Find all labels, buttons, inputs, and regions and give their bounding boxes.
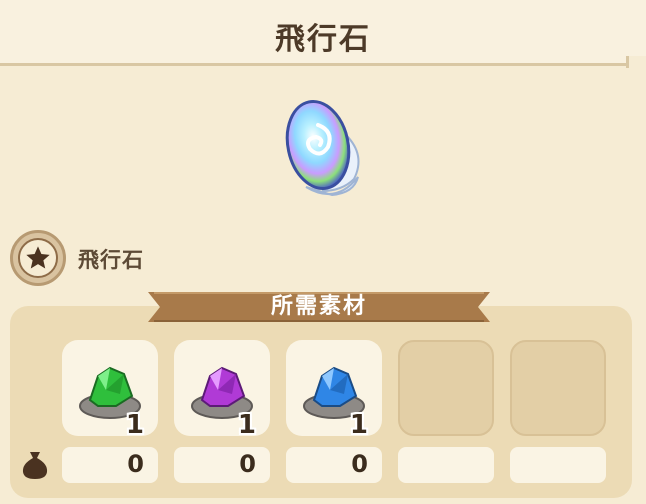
item-type-badge: [10, 230, 66, 286]
material-slot-4-empty: [398, 340, 494, 436]
required-quantity: 1: [125, 410, 144, 440]
header-divider-notch: [626, 56, 646, 68]
required-quantity: 1: [349, 410, 368, 440]
owned-quantity: 0: [351, 450, 368, 478]
money-bag-icon: [22, 452, 48, 479]
owned-count-box-2: 0: [174, 447, 270, 483]
owned-count-box-1: 0: [62, 447, 158, 483]
owned-count-box-3: 0: [286, 447, 382, 483]
material-slot-3[interactable]: 1: [286, 340, 382, 440]
material-slot-5-empty: [510, 340, 606, 436]
owned-quantity: 0: [127, 450, 144, 478]
owned-quantity: 0: [239, 450, 256, 478]
flying-stone-icon: [276, 95, 376, 205]
page-title: 飛行石: [275, 22, 371, 57]
star-icon: [26, 246, 50, 269]
required-quantity: 1: [237, 410, 256, 440]
owned-count-box-4: [398, 447, 494, 483]
header-bar: 飛行石: [0, 0, 646, 68]
material-slot-1[interactable]: 1: [62, 340, 158, 440]
material-slot-2[interactable]: 1: [174, 340, 270, 440]
owned-count-box-5: [510, 447, 606, 483]
section-title: 所需素材: [270, 294, 367, 319]
item-name: 飛行石: [78, 248, 144, 272]
